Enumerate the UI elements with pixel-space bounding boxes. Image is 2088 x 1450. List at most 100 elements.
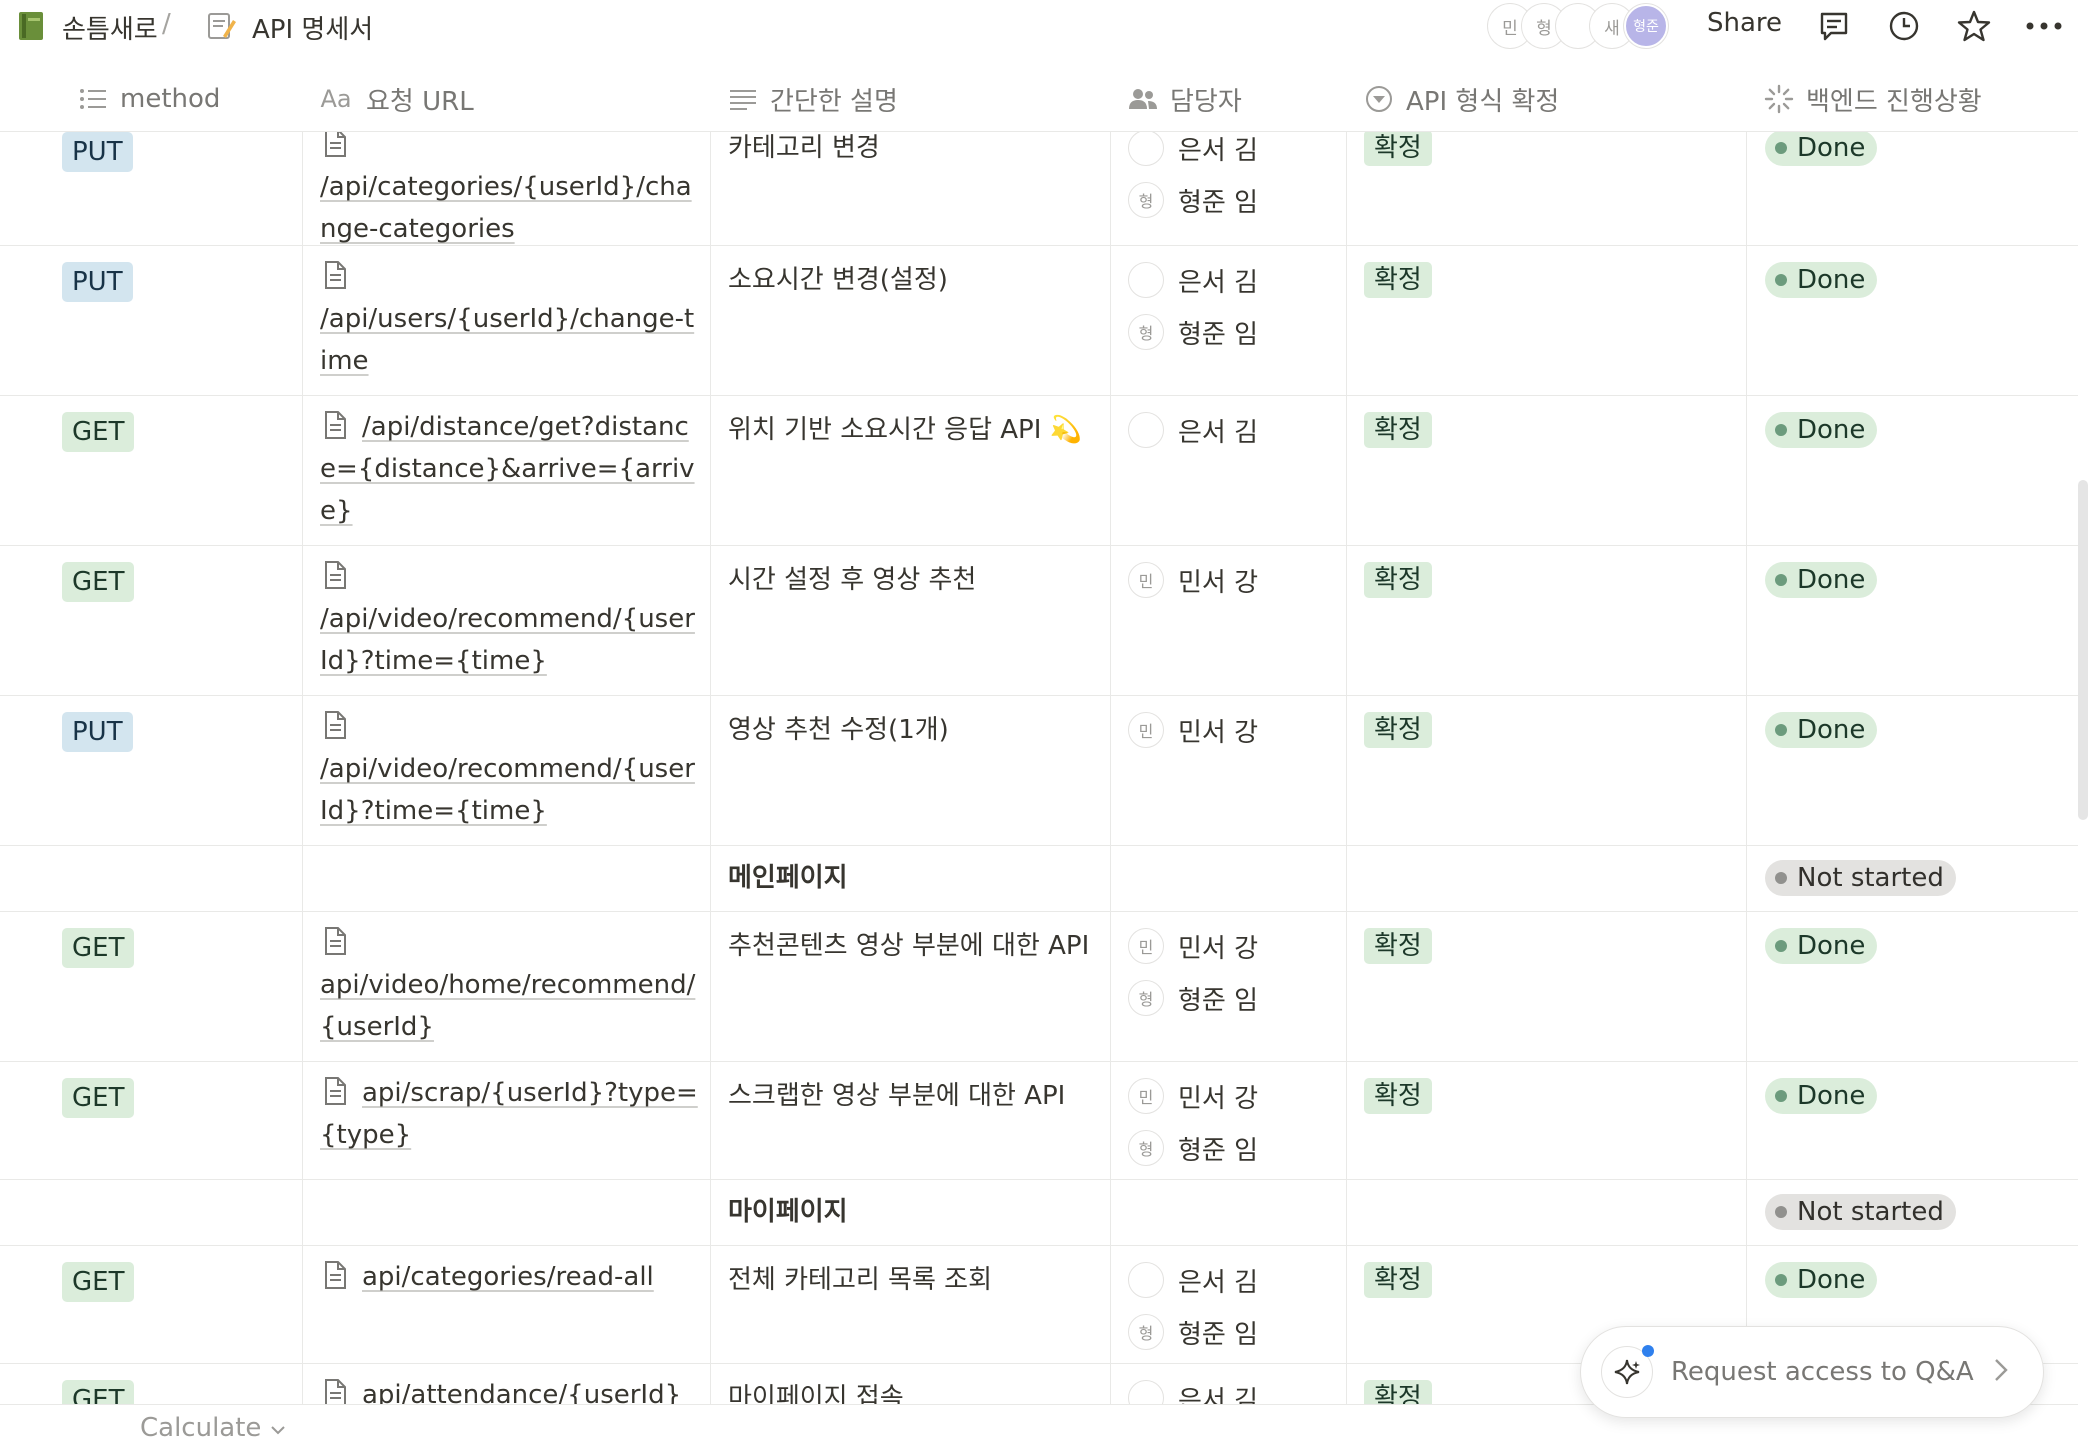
- comment-icon[interactable]: [1814, 6, 1854, 46]
- request-url[interactable]: api/video/home/recommend/{userId}: [320, 922, 698, 1048]
- table-row[interactable]: PUT /api/video/recommend/{userId}?time={…: [0, 696, 2078, 846]
- owner: 민 민서 강: [1128, 712, 1258, 748]
- column-label: 담당자: [1170, 86, 1242, 117]
- column-header-backend-status[interactable]: 백엔드 진행상황: [1764, 66, 1982, 132]
- request-url[interactable]: api/scrap/{userId}?type={type}: [320, 1072, 698, 1156]
- table-row[interactable]: GET /api/distance/get?distance={distance…: [0, 396, 2078, 546]
- history-icon[interactable]: [1884, 6, 1924, 46]
- description: 카테고리 변경: [728, 133, 880, 163]
- section-title: 마이페이지: [728, 1197, 848, 1227]
- url-text[interactable]: /api/users/{userId}/change-time: [320, 304, 694, 376]
- status-badge: Done: [1765, 562, 1878, 598]
- owner: 은서 김: [1128, 1380, 1258, 1404]
- url-text[interactable]: /api/video/recommend/{userId}?time={time…: [320, 604, 695, 676]
- column-header-format[interactable]: API 형식 확정: [1364, 66, 1559, 132]
- owner: 민 민서 강: [1128, 562, 1258, 598]
- table-row[interactable]: PUT /api/users/{userId}/change-time 소요시간…: [0, 246, 2078, 396]
- method-badge: GET: [62, 562, 135, 602]
- table-row[interactable]: 마이페이지 Not started: [0, 1180, 2078, 1246]
- method-badge: GET: [62, 1380, 135, 1404]
- avatar: [1128, 1380, 1164, 1404]
- table-row[interactable]: GET /api/video/recommend/{userId}?time={…: [0, 546, 2078, 696]
- column-header-owner[interactable]: 담당자: [1128, 66, 1242, 132]
- method-badge: GET: [62, 1262, 135, 1302]
- owner-list: 은서 김: [1128, 1380, 1258, 1404]
- more-icon[interactable]: [2024, 6, 2064, 46]
- request-url[interactable]: /api/users/{userId}/change-time: [320, 256, 698, 382]
- method-badge: PUT: [62, 262, 133, 302]
- description: 위치 기반 소요시간 응답 API 💫: [728, 415, 1083, 445]
- url-text[interactable]: api/video/home/recommend/{userId}: [320, 970, 695, 1042]
- url-text[interactable]: /api/distance/get?distance={distance}&ar…: [320, 412, 695, 526]
- description: 전체 카테고리 목록 조회: [728, 1265, 992, 1295]
- notification-dot: [1642, 1345, 1654, 1357]
- request-url[interactable]: api/categories/read-all: [320, 1256, 698, 1298]
- status-badge: Done: [1765, 262, 1878, 298]
- request-url[interactable]: /api/video/recommend/{userId}?time={time…: [320, 556, 698, 682]
- page-icon: [320, 710, 350, 740]
- owner-name: 은서 김: [1178, 1267, 1259, 1298]
- request-url[interactable]: api/attendance/{userId}: [320, 1374, 698, 1404]
- table-row[interactable]: GET api/scrap/{userId}?type={type} 스크랩한 …: [0, 1062, 2078, 1180]
- table-row[interactable]: PUT /api/categories/{userId}/change-cate…: [0, 132, 2078, 246]
- page-icon: [320, 410, 350, 440]
- table-row[interactable]: GET api/video/home/recommend/{userId} 추천…: [0, 912, 2078, 1062]
- column-header-url[interactable]: Aa 요청 URL: [318, 66, 473, 132]
- url-text[interactable]: api/categories/read-all: [362, 1262, 654, 1292]
- request-url[interactable]: /api/categories/{userId}/change-categori…: [320, 132, 698, 250]
- status-dot: [1775, 1090, 1787, 1102]
- table-row[interactable]: 메인페이지 Not started: [0, 846, 2078, 912]
- format-tag: 확정: [1364, 412, 1432, 448]
- select-icon: [1364, 84, 1394, 114]
- scrollbar[interactable]: [2078, 480, 2088, 820]
- status-icon: [1764, 84, 1794, 114]
- status-badge: Done: [1765, 412, 1878, 448]
- owner: 은서 김: [1128, 1262, 1258, 1298]
- star-icon[interactable]: [1954, 6, 1994, 46]
- owner: 은서 김: [1128, 412, 1258, 448]
- format-tag: 확정: [1364, 132, 1432, 166]
- memo-icon: [204, 9, 238, 43]
- status-badge: Done: [1765, 712, 1878, 748]
- url-text[interactable]: api/scrap/{userId}?type={type}: [320, 1078, 698, 1150]
- owner: 형 형준 임: [1128, 1130, 1258, 1166]
- breadcrumb-workspace[interactable]: 손틈새로: [62, 9, 158, 46]
- chevron-right-icon: [1994, 1356, 2008, 1389]
- url-text[interactable]: api/attendance/{userId}: [362, 1380, 681, 1404]
- column-header-method[interactable]: method: [78, 66, 220, 132]
- owner: 은서 김: [1128, 132, 1258, 166]
- owner: 형 형준 임: [1128, 314, 1258, 350]
- collaborator-avatars[interactable]: 민 형 새 형준: [1488, 4, 1668, 48]
- owner-name: 형준 임: [1178, 1135, 1259, 1166]
- avatar[interactable]: 형준: [1624, 4, 1668, 48]
- avatar: 민: [1128, 928, 1164, 964]
- avatar: 민: [1128, 562, 1164, 598]
- owner-list: 민 민서 강: [1128, 562, 1258, 614]
- sparkle-icon: [1601, 1345, 1654, 1398]
- description: 스크랩한 영상 부분에 대한 API: [728, 1081, 1066, 1111]
- status-dot: [1775, 1206, 1787, 1218]
- owner-list: 은서 김 형 형준 임: [1128, 1262, 1258, 1366]
- url-text[interactable]: /api/categories/{userId}/change-categori…: [320, 172, 692, 244]
- book-icon: [14, 9, 48, 43]
- request-url[interactable]: /api/video/recommend/{userId}?time={time…: [320, 706, 698, 832]
- status-label: Done: [1797, 565, 1866, 595]
- avatar: 형: [1128, 980, 1164, 1016]
- owner: 형 형준 임: [1128, 182, 1258, 218]
- calculate-button[interactable]: Calculate: [140, 1413, 286, 1443]
- qa-request-button[interactable]: Request access to Q&A: [1580, 1326, 2044, 1418]
- column-header-description[interactable]: 간단한 설명: [728, 66, 898, 132]
- breadcrumb-page[interactable]: API 명세서: [252, 9, 373, 46]
- request-url[interactable]: /api/distance/get?distance={distance}&ar…: [320, 406, 698, 532]
- method-badge: GET: [62, 412, 135, 452]
- format-tag: 확정: [1364, 1078, 1432, 1114]
- owner-name: 은서 김: [1178, 417, 1259, 448]
- people-icon: [1128, 84, 1158, 114]
- share-button[interactable]: Share: [1707, 8, 1782, 38]
- status-badge: Done: [1765, 132, 1878, 166]
- url-text[interactable]: /api/video/recommend/{userId}?time={time…: [320, 754, 695, 826]
- avatar: [1128, 1262, 1164, 1298]
- page-icon: [320, 560, 350, 590]
- column-label: 백엔드 진행상황: [1806, 86, 1982, 117]
- page-icon: [320, 1260, 350, 1290]
